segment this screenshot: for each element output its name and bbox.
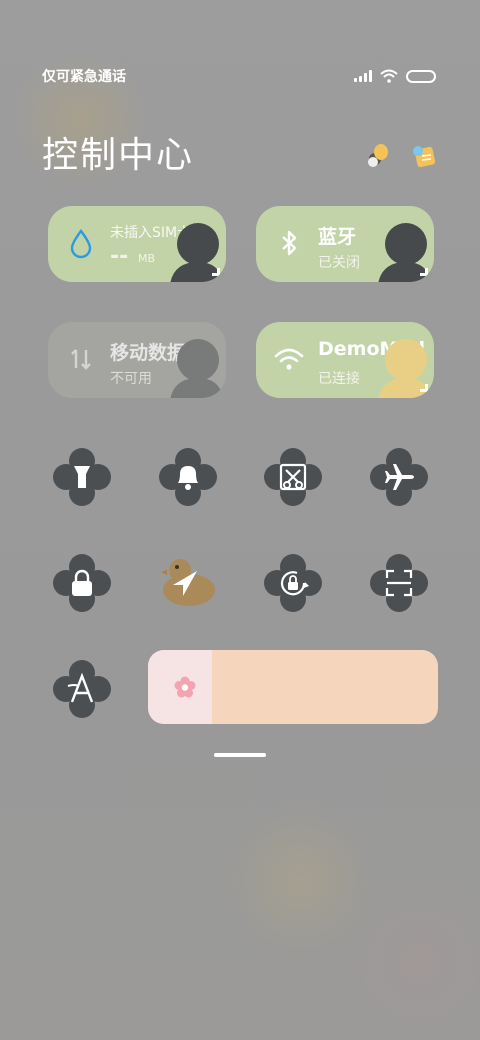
lock-screen-toggle[interactable]	[53, 554, 111, 612]
expand-corner-icon	[420, 268, 428, 276]
screenshot-icon	[279, 463, 307, 491]
scan-toggle[interactable]	[370, 554, 428, 612]
flower-icon	[174, 676, 196, 698]
page-title: 控制中心	[42, 135, 195, 176]
data-usage-tile[interactable]: 未插入SIM卡 -- MB	[48, 206, 226, 282]
location-icon	[173, 571, 197, 596]
status-icons	[354, 69, 436, 83]
water-drop-icon	[70, 228, 92, 259]
screenshot-toggle[interactable]	[264, 448, 322, 506]
wifi-status: 已连接	[318, 371, 360, 387]
bluetooth-label: 蓝牙	[318, 226, 357, 248]
bluetooth-tile[interactable]: 蓝牙 已关闭	[256, 206, 434, 282]
data-usage-value: --	[110, 244, 129, 269]
data-arrows-icon	[71, 349, 91, 370]
brightness-slider[interactable]	[148, 650, 438, 724]
font-toggle[interactable]	[53, 660, 111, 718]
location-toggle[interactable]	[159, 554, 217, 612]
battery-icon	[406, 69, 436, 83]
bell-icon	[178, 466, 198, 490]
wifi-icon	[380, 69, 398, 83]
expand-corner-icon	[420, 384, 428, 392]
expand-corner-icon	[212, 268, 220, 276]
wifi-icon	[274, 348, 304, 370]
avatar	[170, 339, 224, 398]
wifi-tile[interactable]: DemoMod 已连接	[256, 322, 434, 398]
home-indicator[interactable]	[214, 753, 266, 757]
weather-icon[interactable]	[364, 142, 392, 170]
notes-icon[interactable]	[410, 142, 438, 170]
mobile-data-status: 不可用	[110, 371, 152, 387]
bluetooth-status: 已关闭	[318, 255, 360, 271]
carrier-text: 仅可紧急通话	[42, 69, 126, 85]
font-icon	[67, 672, 94, 703]
data-usage-unit: MB	[138, 252, 156, 265]
flashlight-icon	[74, 466, 90, 488]
bluetooth-icon	[282, 230, 297, 256]
status-bar: 仅可紧急通话	[42, 66, 436, 86]
scan-icon	[385, 569, 413, 597]
header-actions	[364, 142, 438, 170]
lock-icon	[72, 569, 92, 596]
sound-toggle[interactable]	[159, 448, 217, 506]
rotation-lock-icon	[280, 571, 309, 596]
flashlight-toggle[interactable]	[53, 448, 111, 506]
airplane-icon	[385, 464, 414, 490]
mobile-data-tile[interactable]: 移动数据 不可用	[48, 322, 226, 398]
rotation-lock-toggle[interactable]	[264, 554, 322, 612]
airplane-mode-toggle[interactable]	[370, 448, 428, 506]
signal-icon	[354, 70, 372, 82]
